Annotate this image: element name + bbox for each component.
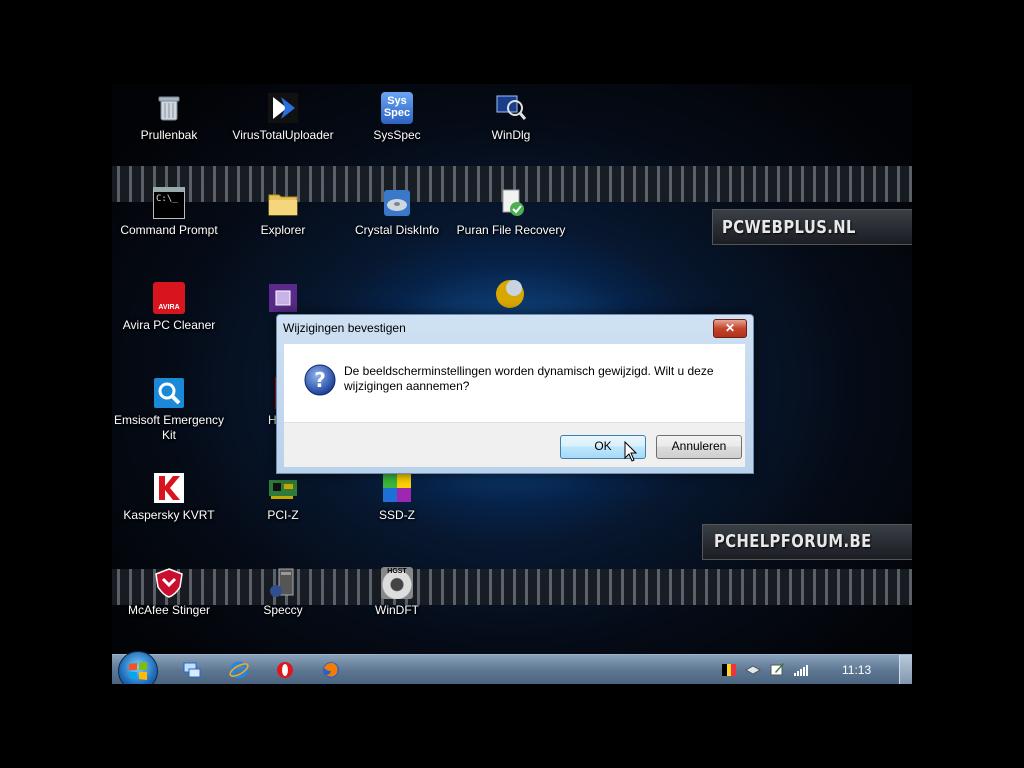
dialog-footer: OK Annuleren — [284, 422, 745, 467]
desktop-icon-label: VirusTotalUploader — [232, 128, 334, 142]
command-prompt-icon: C:\_ — [153, 187, 185, 219]
question-icon: ? — [304, 364, 336, 396]
start-button[interactable] — [118, 651, 158, 684]
show-desktop-button[interactable] — [899, 655, 912, 684]
desktop-icon-label: Emsisoft Emergency Kit — [113, 413, 225, 442]
desktop-icon-label: McAfee Stinger — [127, 603, 211, 617]
desktop-icon-ssd-z[interactable]: SSD-Z — [340, 472, 454, 523]
network-icon[interactable] — [182, 660, 202, 680]
mouse-cursor-icon — [624, 441, 638, 462]
mcafee-shield-icon — [155, 568, 183, 598]
desktop-icon-virustotaluploader[interactable]: VirusTotalUploader — [226, 92, 340, 143]
windows-logo-icon — [129, 662, 147, 680]
desktop-icon-label: SysSpec — [373, 128, 421, 142]
virustotal-icon — [268, 93, 298, 123]
desktop-icon-puran-file-recovery[interactable]: Puran File Recovery — [454, 187, 568, 238]
desktop-icon-crystal-diskinfo[interactable]: Crystal DiskInfo — [340, 187, 454, 238]
partial-hidden-icon — [496, 280, 524, 308]
brand-pcwebplus: PCWEBPLUS.NL — [722, 217, 856, 238]
firefox-icon[interactable] — [321, 660, 341, 680]
desktop-icon-prullenbak[interactable]: Prullenbak — [112, 92, 226, 143]
desktop-icon-label: Puran File Recovery — [456, 223, 566, 237]
desktop-icon-windlg[interactable]: WinDlg — [454, 92, 568, 143]
folder-icon — [268, 194, 298, 216]
desktop-icon-label: Avira PC Cleaner — [122, 318, 216, 332]
brand-pchelpforum: PCHELPFORUM.BE — [714, 531, 872, 552]
emsisoft-icon — [154, 378, 184, 408]
desktop-icon-label: Command Prompt — [120, 223, 218, 237]
desktop-icon-label: Crystal DiskInfo — [354, 223, 440, 237]
windft-icon: HGST — [381, 567, 413, 599]
pci-card-icon — [269, 480, 297, 499]
close-button[interactable]: ✕ — [713, 319, 747, 338]
network-tray-icon[interactable] — [745, 663, 761, 677]
avira-icon: AVIRA — [153, 282, 185, 314]
pen-tray-icon[interactable] — [769, 661, 785, 677]
svg-text:?: ? — [314, 368, 326, 392]
ssd-z-icon — [383, 474, 411, 502]
desktop-icon-avira-pc-cleaner[interactable]: AVIRA Avira PC Cleaner — [112, 282, 226, 333]
speccy-icon — [270, 568, 294, 597]
windlg-icon — [496, 95, 527, 120]
desktop-icon-emsisoft-emergency-kit[interactable]: Emsisoft Emergency Kit — [112, 377, 226, 443]
desktop-icon-windft[interactable]: HGST WinDFT — [340, 567, 454, 618]
taskbar-clock[interactable]: 11:13 — [842, 663, 871, 677]
desktop-icon-kaspersky-kvrt[interactable]: Kaspersky KVRT — [112, 472, 226, 523]
desktop-icon-pci-z[interactable]: PCI-Z — [226, 472, 340, 523]
desktop-icon-command-prompt[interactable]: C:\_ Command Prompt — [112, 187, 226, 238]
opera-icon[interactable] — [275, 660, 295, 680]
puran-file-recovery-icon — [502, 189, 524, 216]
cancel-button[interactable]: Annuleren — [656, 435, 742, 459]
desktop-icon-label: Kaspersky KVRT — [123, 508, 215, 522]
internet-explorer-icon[interactable] — [229, 660, 249, 680]
signal-icon[interactable] — [793, 663, 809, 677]
desktop-icon-label: WinDFT — [375, 603, 419, 617]
kaspersky-icon — [154, 473, 184, 503]
desktop-icon-label: Explorer — [260, 223, 306, 237]
taskbar: 11:13 — [112, 651, 912, 684]
desktop-icon-mcafee-stinger[interactable]: McAfee Stinger — [112, 567, 226, 618]
confirm-changes-dialog: Wijzigingen bevestigen ✕ ? De beeldscher… — [276, 314, 754, 474]
desktop-icon-label: WinDlg — [491, 128, 531, 142]
cpu-icon — [269, 284, 297, 312]
desktop-icon-label: SSD-Z — [379, 508, 415, 522]
dialog-body: ? De beeldscherminstellingen worden dyna… — [284, 344, 745, 422]
desktop-icon-label: Prullenbak — [140, 128, 198, 142]
desktop-icon-speccy[interactable]: Speccy — [226, 567, 340, 618]
desktop-icon-explorer[interactable]: Explorer — [226, 187, 340, 238]
dialog-title: Wijzigingen bevestigen — [283, 321, 406, 335]
belgium-flag-icon[interactable] — [722, 663, 736, 677]
sysspec-icon: Sys Spec — [381, 92, 413, 124]
desktop-icon-sysspec[interactable]: Sys Spec SysSpec — [340, 92, 454, 143]
dialog-message: De beeldscherminstellingen worden dynami… — [344, 364, 714, 393]
crystal-diskinfo-icon — [384, 190, 410, 216]
desktop-icon-label: Speccy — [263, 603, 303, 617]
recycle-bin-icon — [158, 96, 180, 121]
desktop-icon-label: PCI-Z — [267, 508, 299, 522]
